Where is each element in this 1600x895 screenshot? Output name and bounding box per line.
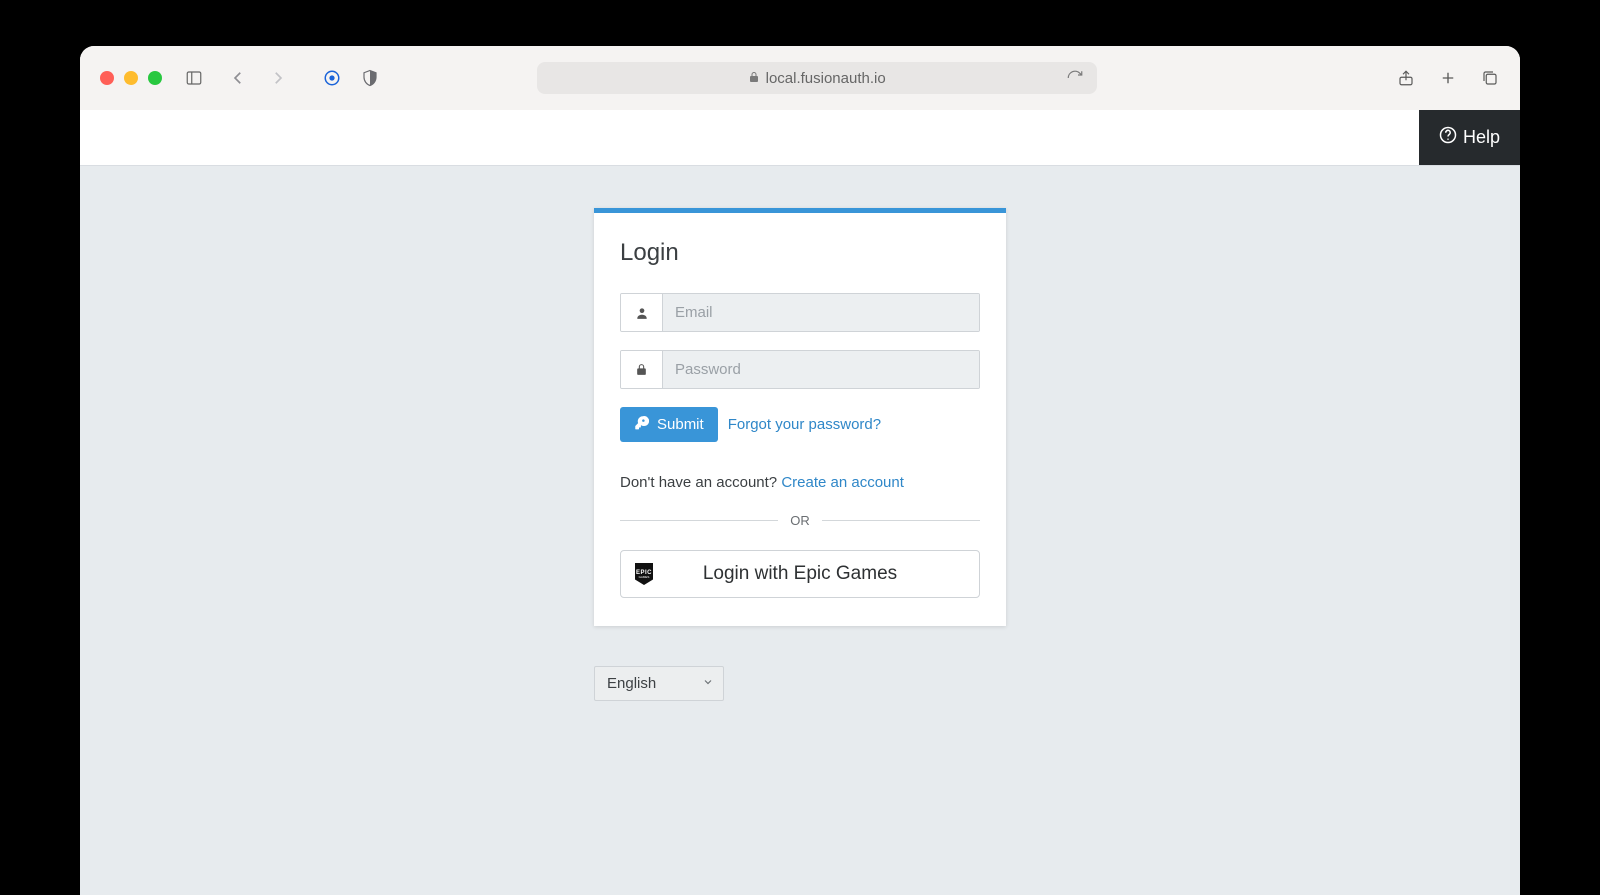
epic-games-icon: EPIC GAMES: [635, 563, 653, 585]
or-label: OR: [778, 513, 822, 528]
email-input[interactable]: [663, 294, 979, 331]
login-card: Login Submit Fo: [594, 208, 1006, 626]
close-window-button[interactable]: [100, 71, 114, 85]
help-icon: [1439, 126, 1457, 149]
window-traffic-lights: [100, 71, 162, 85]
submit-label: Submit: [657, 416, 704, 433]
submit-button[interactable]: Submit: [620, 407, 718, 442]
share-icon[interactable]: [1396, 68, 1416, 88]
language-select[interactable]: English: [594, 666, 724, 701]
signup-row: Don't have an account? Create an account: [620, 474, 980, 491]
maximize-window-button[interactable]: [148, 71, 162, 85]
login-title: Login: [620, 239, 980, 267]
url-text: local.fusionauth.io: [766, 70, 886, 87]
actions-row: Submit Forgot your password?: [620, 407, 980, 442]
browser-window: local.fusionauth.io Help Log: [80, 46, 1520, 895]
app-header: Help: [80, 110, 1520, 166]
onepassword-extension-icon[interactable]: [322, 68, 342, 88]
lock-icon: [621, 351, 663, 388]
email-field-group: [620, 293, 980, 332]
password-input[interactable]: [663, 351, 979, 388]
login-with-epic-button[interactable]: EPIC GAMES Login with Epic Games: [620, 550, 980, 598]
or-divider: OR: [620, 513, 980, 528]
create-account-link[interactable]: Create an account: [781, 474, 904, 491]
sidebar-toggle-icon[interactable]: [184, 68, 204, 88]
tab-overview-icon[interactable]: [1480, 68, 1500, 88]
password-field-group: [620, 350, 980, 389]
reload-button[interactable]: [1065, 68, 1085, 88]
epic-sso-label: Login with Epic Games: [703, 563, 897, 585]
user-icon: [621, 294, 663, 331]
page-body: Login Submit Fo: [80, 166, 1520, 895]
epic-logo-line2: GAMES: [639, 576, 650, 579]
privacy-shield-icon[interactable]: [360, 68, 380, 88]
forgot-password-link[interactable]: Forgot your password?: [728, 416, 881, 433]
new-tab-icon[interactable]: [1438, 68, 1458, 88]
minimize-window-button[interactable]: [124, 71, 138, 85]
back-button[interactable]: [228, 68, 248, 88]
lock-icon: [748, 70, 760, 87]
key-icon: [634, 415, 649, 434]
help-button[interactable]: Help: [1419, 110, 1520, 165]
address-bar[interactable]: local.fusionauth.io: [537, 62, 1097, 94]
language-select-wrapper: English: [594, 666, 724, 701]
no-account-text: Don't have an account?: [620, 474, 781, 491]
browser-toolbar: local.fusionauth.io: [80, 46, 1520, 110]
forward-button[interactable]: [268, 68, 288, 88]
help-label: Help: [1463, 127, 1500, 148]
